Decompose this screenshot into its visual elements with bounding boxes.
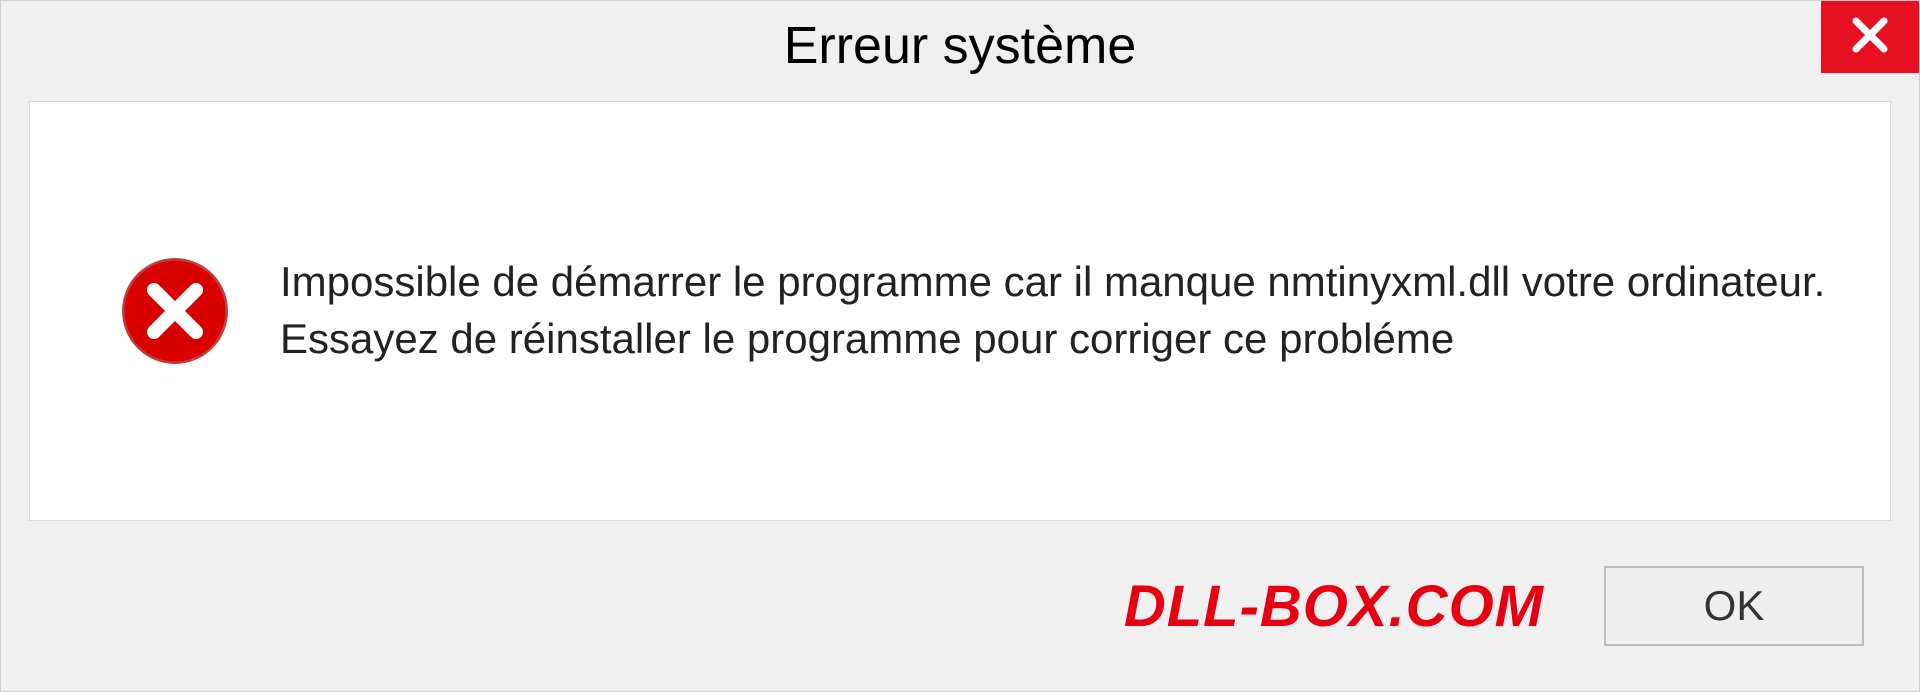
- close-button[interactable]: [1821, 1, 1919, 73]
- brand-watermark: DLL-BOX.COM: [29, 573, 1544, 640]
- error-message: Impossible de démarrer le programme car …: [280, 254, 1830, 367]
- dialog-footer: DLL-BOX.COM OK: [1, 521, 1919, 691]
- ok-button[interactable]: OK: [1604, 566, 1864, 646]
- error-dialog: Erreur système Impossible de démarrer le…: [0, 0, 1920, 692]
- titlebar: Erreur système: [1, 1, 1919, 91]
- dialog-title: Erreur système: [784, 16, 1137, 76]
- content-panel: Impossible de démarrer le programme car …: [29, 101, 1891, 521]
- close-icon: [1850, 15, 1890, 60]
- error-icon: [120, 256, 230, 366]
